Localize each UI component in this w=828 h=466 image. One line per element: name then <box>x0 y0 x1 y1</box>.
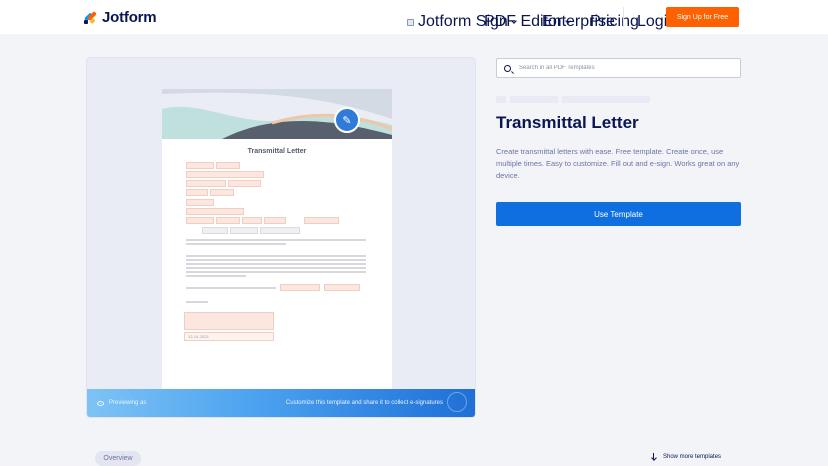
show-more-templates[interactable]: Show more templates <box>651 453 721 461</box>
search-icon <box>504 64 511 72</box>
form-field <box>210 189 234 196</box>
form-field <box>186 180 226 187</box>
text-line <box>186 301 208 303</box>
document-title: Transmittal Letter <box>247 148 307 155</box>
text-line <box>186 275 246 277</box>
breadcrumb <box>496 96 650 103</box>
sign-icon <box>407 18 414 26</box>
form-field <box>202 227 228 234</box>
nav-pricing[interactable]: Pricing <box>590 13 639 31</box>
form-field <box>242 217 262 224</box>
form-field <box>230 227 258 234</box>
jotform-logo[interactable]: Jotform <box>83 7 157 27</box>
signup-button[interactable]: Sign Up for Free <box>666 7 739 27</box>
text-line <box>186 267 366 269</box>
jotform-logo-icon <box>83 10 98 25</box>
nav-pricing-label: Pricing <box>590 13 639 30</box>
form-field <box>324 284 360 291</box>
form-field <box>186 208 244 215</box>
use-template-button[interactable]: Use Template <box>496 202 741 226</box>
preview-mode-label: Previewing as <box>109 400 147 406</box>
customize-cta[interactable]: Customize this template and share it to … <box>286 400 443 406</box>
template-search[interactable] <box>496 58 741 78</box>
nav-divider <box>623 7 624 27</box>
form-field <box>260 227 300 234</box>
form-field <box>264 217 286 224</box>
preview-banner[interactable]: Previewing as Customize this template an… <box>87 389 475 417</box>
text-line <box>186 239 366 241</box>
date-field: 12-14-2023 <box>184 332 274 341</box>
form-field <box>186 171 264 178</box>
template-preview[interactable]: ✎ Transmittal Letter 12-14-2023 Previewi… <box>87 58 475 417</box>
breadcrumb-item[interactable] <box>562 96 650 103</box>
page-title: Transmittal Letter <box>496 113 639 132</box>
signature-field <box>184 312 274 330</box>
document-paper: ✎ Transmittal Letter 12-14-2023 <box>162 89 392 409</box>
date-value: 12-14-2023 <box>188 334 209 339</box>
form-field <box>186 199 214 206</box>
text-line <box>186 287 276 289</box>
form-field <box>216 217 240 224</box>
top-header: Jotform Jotform Sign PDF Editor Enterpri… <box>0 0 828 34</box>
text-line <box>186 271 366 273</box>
form-field <box>186 162 214 169</box>
tab-overview[interactable]: Overview <box>95 451 141 466</box>
form-field <box>216 162 240 169</box>
arrow-down-icon <box>651 453 657 461</box>
logo-text: Jotform <box>102 8 157 26</box>
form-field <box>304 217 339 224</box>
preview-mode: Previewing as <box>97 400 146 406</box>
pencil-icon: ✎ <box>334 107 360 133</box>
form-field <box>186 189 208 196</box>
show-more-label: Show more templates <box>663 454 722 460</box>
eye-icon <box>97 400 104 406</box>
text-line <box>186 255 366 257</box>
text-line <box>186 259 366 261</box>
search-input[interactable] <box>519 65 719 71</box>
form-field <box>280 284 320 291</box>
template-description: Create transmittal letters with ease. Fr… <box>496 147 740 180</box>
text-line <box>186 243 286 245</box>
breadcrumb-item[interactable] <box>510 96 558 103</box>
text-line <box>186 263 366 265</box>
breadcrumb-item[interactable] <box>496 96 506 103</box>
form-field <box>186 217 214 224</box>
form-field <box>228 180 261 187</box>
watermark-icon <box>447 392 467 412</box>
